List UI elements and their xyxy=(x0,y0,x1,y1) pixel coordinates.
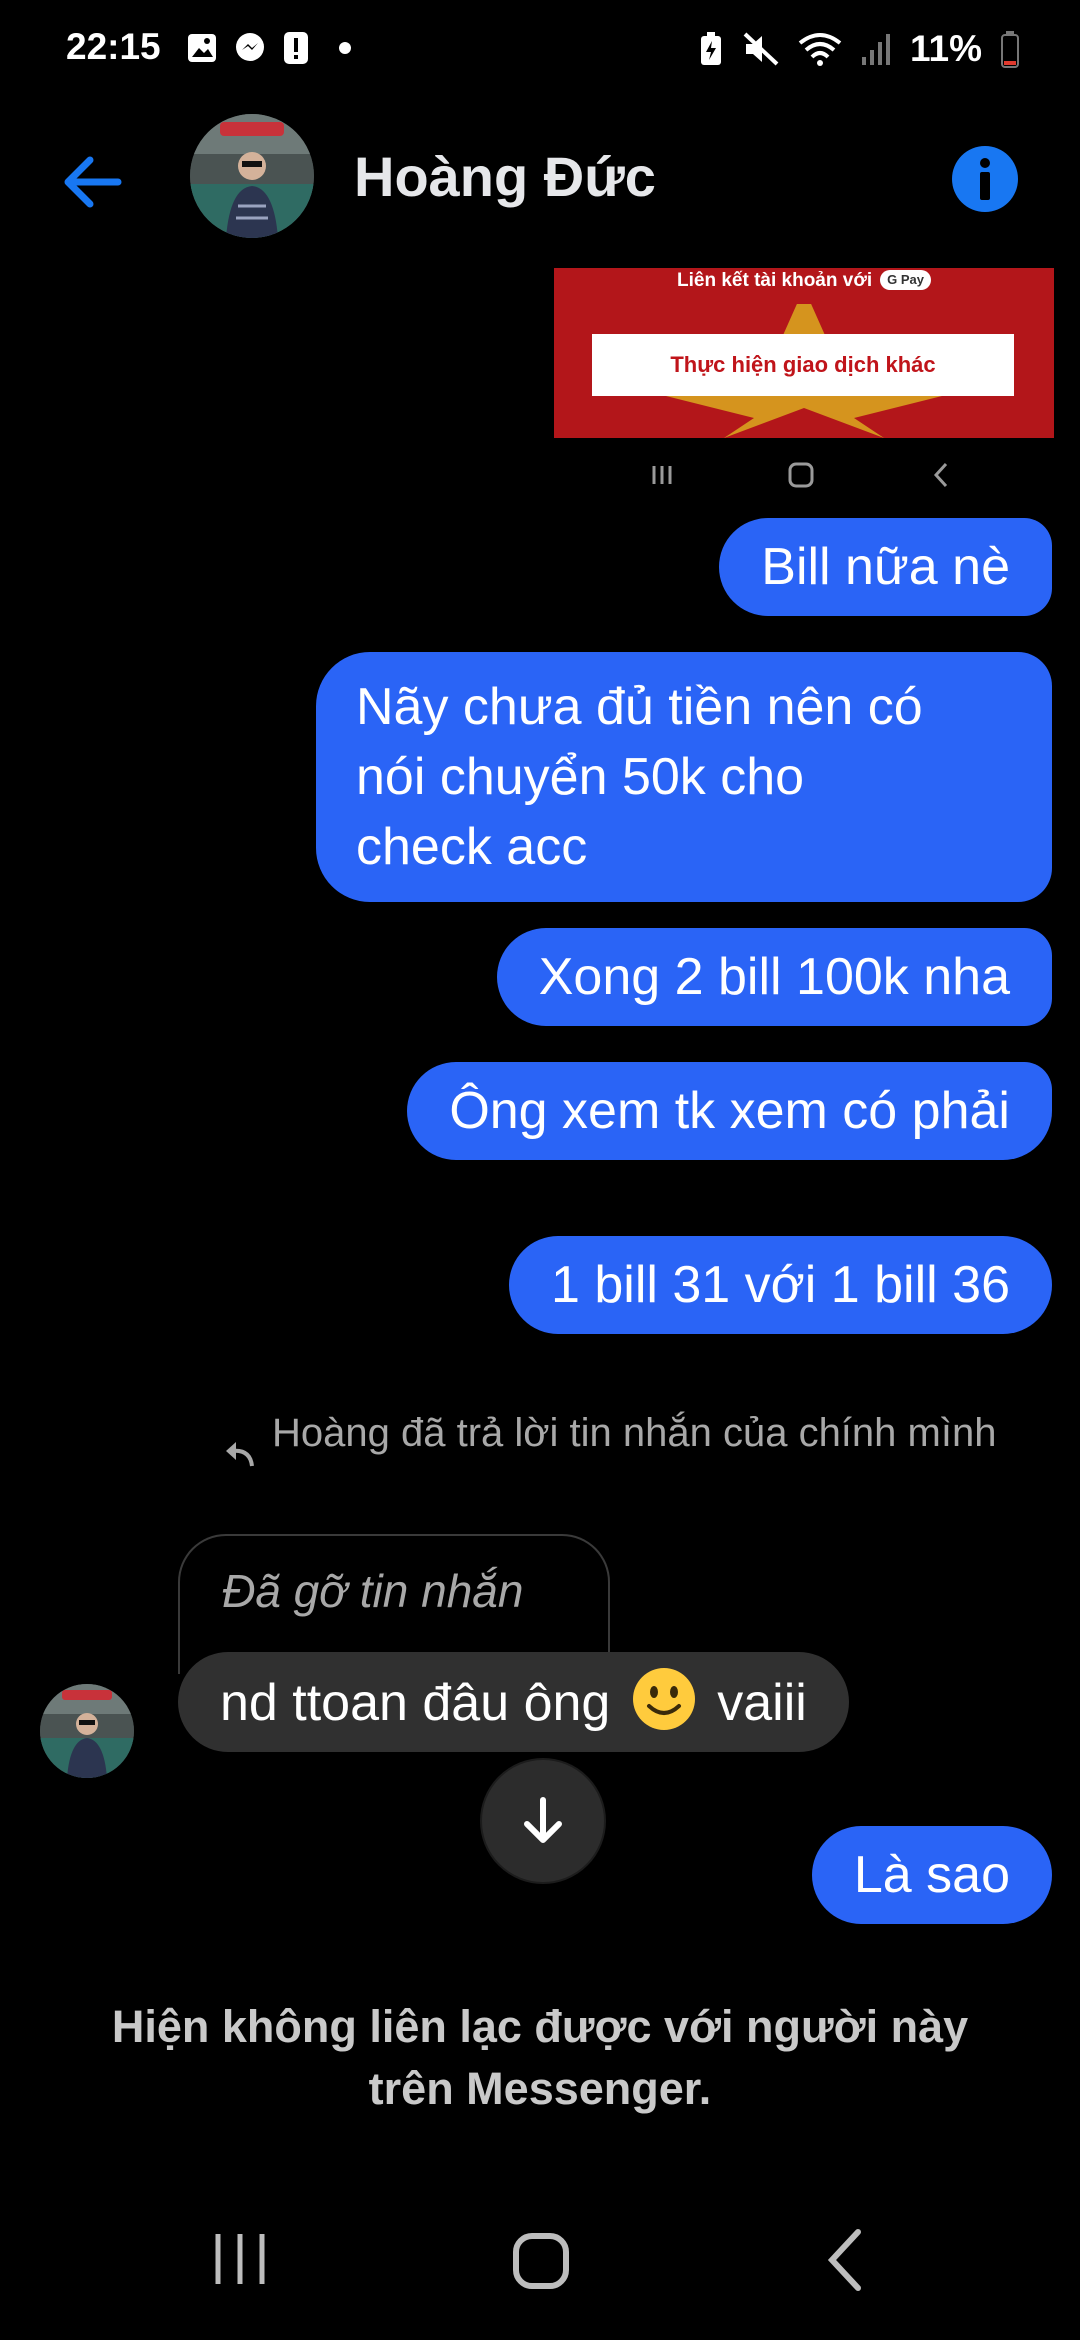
scroll-to-bottom-button[interactable] xyxy=(480,1758,606,1884)
reply-note-text: Hoàng đã trả lời tin nhắn của chính mình xyxy=(272,1411,997,1455)
back-arrow-icon[interactable] xyxy=(56,146,128,218)
contact-name[interactable]: Hoàng Đức xyxy=(354,144,656,209)
message-text-line: nói chuyển 50k cho xyxy=(356,748,805,806)
mute-icon xyxy=(743,32,779,66)
message-text: Ông xem tk xem có phải xyxy=(449,1082,1010,1140)
other-transaction-button: Thực hiện giao dịch khác xyxy=(592,334,1014,396)
message-text: Xong 2 bill 100k nha xyxy=(538,948,1010,1006)
message-text: nd ttoan đâu ông xyxy=(220,1674,611,1732)
message-outgoing[interactable]: Là sao xyxy=(811,1826,1052,1924)
message-outgoing[interactable]: Xong 2 bill 100k nha xyxy=(496,928,1052,1026)
contact-avatar[interactable] xyxy=(190,114,314,238)
message-outgoing[interactable]: 1 bill 31 với 1 bill 36 xyxy=(508,1236,1052,1334)
message-outgoing[interactable]: Nãy chưa đủ tiền nên có nói chuyển 50k c… xyxy=(316,652,1052,902)
shared-screenshot-image[interactable]: Liên kết tài khoản với G Pay Thực hiện gi… xyxy=(554,268,1054,438)
message-text: Là sao xyxy=(853,1846,1010,1904)
recent-apps-icon[interactable] xyxy=(200,2220,280,2300)
unavailable-notice-line: trên Messenger. xyxy=(368,2063,712,2114)
reply-icon xyxy=(226,1442,254,1467)
message-text-line: Nãy chưa đủ tiền nên có xyxy=(356,678,923,736)
status-dot xyxy=(339,42,351,54)
unsent-message-text: Đã gỡ tin nhắn xyxy=(222,1565,524,1617)
battery-saver-icon xyxy=(700,32,721,65)
shared-image-nav-bar xyxy=(652,462,948,488)
message-text: Bill nữa nè xyxy=(761,538,1010,596)
back-nav-icon[interactable] xyxy=(800,2220,880,2300)
alert-icon xyxy=(284,32,308,64)
wifi-icon xyxy=(798,33,842,66)
battery-icon xyxy=(1001,31,1019,68)
arrow-down-icon xyxy=(524,1797,562,1843)
battery-percent: 11% xyxy=(909,28,982,69)
message-outgoing[interactable]: Ông xem tk xem có phải xyxy=(407,1062,1052,1160)
link-account-text: Liên kết tài khoản với xyxy=(677,270,873,291)
info-icon[interactable] xyxy=(950,144,1020,214)
signal-icon xyxy=(861,34,890,65)
messenger-icon xyxy=(236,33,264,61)
gallery-icon xyxy=(188,34,216,62)
system-navigation-bar xyxy=(200,2220,880,2300)
gpay-badge: G Pay xyxy=(880,270,931,290)
unavailable-notice: Hiện không liên lạc được với người này t… xyxy=(40,1996,1040,2120)
notification-icons xyxy=(185,30,351,66)
smiley-emoji-icon xyxy=(632,1668,695,1730)
message-outgoing[interactable]: Bill nữa nè xyxy=(719,518,1052,616)
message-text: 1 bill 31 với 1 bill 36 xyxy=(550,1256,1010,1314)
home-icon[interactable] xyxy=(500,2220,580,2300)
unavailable-notice-line: Hiện không liên lạc được với người này xyxy=(111,2001,969,2052)
status-time: 22:15 xyxy=(66,26,161,67)
message-incoming[interactable]: nd ttoan đâu ông vaiii xyxy=(178,1652,849,1752)
message-text-line: check acc xyxy=(356,818,588,876)
status-bar: 22:15 11% xyxy=(0,0,1080,100)
shared-image-caption: Liên kết tài khoản với G Pay xyxy=(554,268,1054,304)
conversation-header: Hoàng Đức xyxy=(0,110,1080,250)
system-icons: 11% xyxy=(698,28,1020,70)
sender-avatar[interactable] xyxy=(40,1684,134,1778)
message-text: vaiii xyxy=(717,1674,807,1732)
